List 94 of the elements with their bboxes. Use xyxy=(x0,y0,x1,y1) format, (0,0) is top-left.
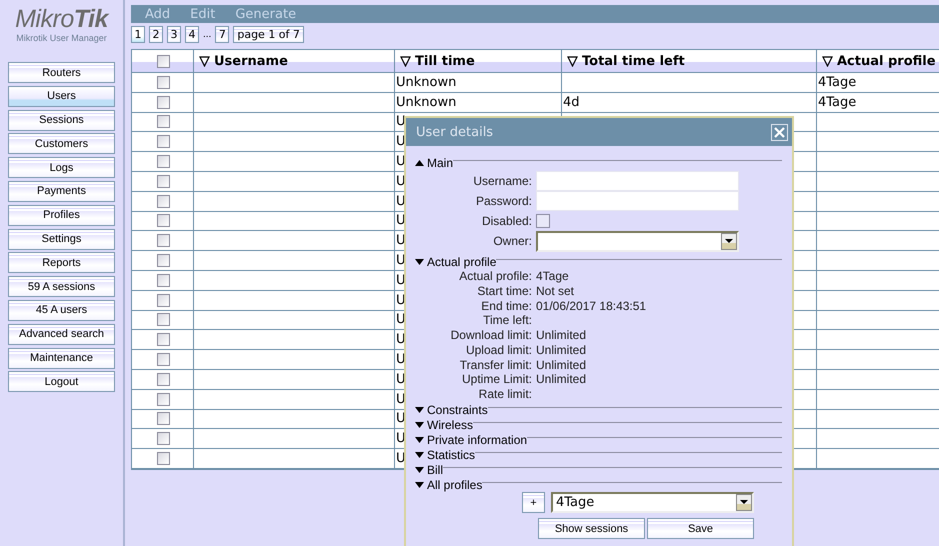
info-label: Transfer limit: xyxy=(458,358,532,373)
sort-icon[interactable] xyxy=(199,56,210,66)
password-field[interactable] xyxy=(536,191,739,211)
section-header[interactable]: Private information xyxy=(415,432,528,447)
info-label: Uptime Limit: xyxy=(460,372,532,388)
section-header[interactable]: All profiles xyxy=(415,478,482,492)
section-header[interactable]: Statistics xyxy=(415,448,476,462)
nav-button[interactable]: Routers xyxy=(8,62,115,83)
owner-select[interactable] xyxy=(536,230,739,252)
profile-select[interactable]: 4Tage xyxy=(551,492,754,514)
row-checkbox[interactable] xyxy=(156,372,170,386)
select-all-checkbox[interactable] xyxy=(156,54,170,68)
table-cell: 4Tage xyxy=(818,74,856,90)
section-header[interactable]: Bill xyxy=(415,462,444,477)
page-button[interactable]: 3 xyxy=(167,26,181,42)
info-label: Start time: xyxy=(476,284,532,299)
row-checkbox[interactable] xyxy=(156,155,170,168)
page-button[interactable]: 4 xyxy=(185,26,199,42)
nav-button[interactable]: Advanced search xyxy=(8,324,115,345)
row-checkbox[interactable] xyxy=(156,194,170,208)
nav-button[interactable]: Profiles xyxy=(8,204,115,226)
nav-button[interactable]: Users xyxy=(8,86,115,107)
row-checkbox[interactable] xyxy=(156,214,170,228)
logo: MikroTik xyxy=(15,6,108,32)
section-header[interactable]: Actual profile xyxy=(415,254,496,268)
nav-button[interactable]: Logout xyxy=(8,371,115,392)
row-checkbox[interactable] xyxy=(156,76,170,89)
info-value: 4Tage xyxy=(536,268,570,284)
nav-button[interactable]: Maintenance xyxy=(8,348,115,369)
nav-button[interactable]: Reports xyxy=(8,252,115,274)
info-label: Upload limit: xyxy=(464,342,532,358)
row-checkbox[interactable] xyxy=(156,392,170,406)
sort-icon[interactable] xyxy=(567,56,578,66)
table-cell: Unknown xyxy=(396,74,456,90)
info-label: Download limit: xyxy=(450,328,532,344)
column-header[interactable]: Username xyxy=(214,54,288,68)
row-checkbox[interactable] xyxy=(156,452,170,466)
nav-button[interactable]: Payments xyxy=(8,180,115,202)
table-cell: Unknown xyxy=(396,94,456,110)
column-header[interactable]: Actual profile xyxy=(837,54,936,68)
info-value: Unlimited xyxy=(536,372,588,388)
column-header[interactable]: Total time left xyxy=(582,54,685,68)
row-checkbox[interactable] xyxy=(156,412,170,426)
row-checkbox[interactable] xyxy=(156,174,170,188)
dialog-title: User details xyxy=(416,124,494,140)
field-label: Disabled: xyxy=(480,214,532,228)
close-button[interactable] xyxy=(771,124,788,140)
section-header[interactable]: Constraints xyxy=(415,402,488,417)
info-label: Actual profile: xyxy=(458,268,532,284)
row-checkbox[interactable] xyxy=(156,333,170,346)
info-value: 01/06/2017 18:43:51 xyxy=(536,298,648,314)
app-subtitle: Mikrotik User Manager xyxy=(16,33,107,43)
field-label: Password: xyxy=(474,194,532,208)
row-checkbox[interactable] xyxy=(156,432,170,446)
table-cell: 4Tage xyxy=(818,94,856,110)
add-profile-button[interactable]: + xyxy=(522,492,545,514)
page-button[interactable]: 7 xyxy=(215,26,230,42)
row-checkbox[interactable] xyxy=(156,234,170,248)
column-header[interactable]: Till time xyxy=(415,54,475,68)
row-checkbox[interactable] xyxy=(156,135,170,148)
row-checkbox[interactable] xyxy=(156,294,170,307)
sort-icon[interactable] xyxy=(400,56,411,66)
username-field[interactable] xyxy=(536,171,739,191)
info-value: Unlimited xyxy=(536,328,588,344)
row-checkbox[interactable] xyxy=(156,313,170,326)
field-label: Owner: xyxy=(492,234,532,248)
info-value: Unlimited xyxy=(536,358,588,373)
row-checkbox[interactable] xyxy=(156,274,170,287)
section-header[interactable]: Wireless xyxy=(415,418,474,432)
nav-button[interactable]: Logs xyxy=(8,157,115,178)
info-value: Unlimited xyxy=(536,342,588,358)
sort-icon[interactable] xyxy=(822,56,833,66)
row-checkbox[interactable] xyxy=(156,96,170,109)
info-label: Rate limit: xyxy=(478,387,532,402)
page-button[interactable]: 2 xyxy=(149,26,163,42)
dialog-button[interactable]: Save xyxy=(647,518,754,540)
row-checkbox[interactable] xyxy=(156,353,170,366)
nav-button[interactable]: Customers xyxy=(8,133,115,154)
nav-button[interactable]: 45 A users xyxy=(8,300,115,321)
table-cell: 4d xyxy=(563,94,580,110)
page-button[interactable]: 1 xyxy=(131,26,145,42)
dialog-button[interactable]: Show sessions xyxy=(538,518,645,540)
nav-button[interactable]: 59 A sessions xyxy=(8,276,115,298)
nav-button[interactable]: Sessions xyxy=(8,110,115,131)
section-header[interactable]: Main xyxy=(415,156,454,170)
field-label: Username: xyxy=(472,174,532,188)
info-label: Time left: xyxy=(482,313,532,328)
row-checkbox[interactable] xyxy=(156,254,170,268)
row-checkbox[interactable] xyxy=(156,115,170,128)
info-value: Not set xyxy=(536,284,576,299)
nav-button[interactable]: Settings xyxy=(8,228,115,250)
info-label: End time: xyxy=(480,298,532,314)
page-indicator: page 1 of 7 xyxy=(233,26,304,42)
page-ellipsis: ... xyxy=(203,28,212,40)
